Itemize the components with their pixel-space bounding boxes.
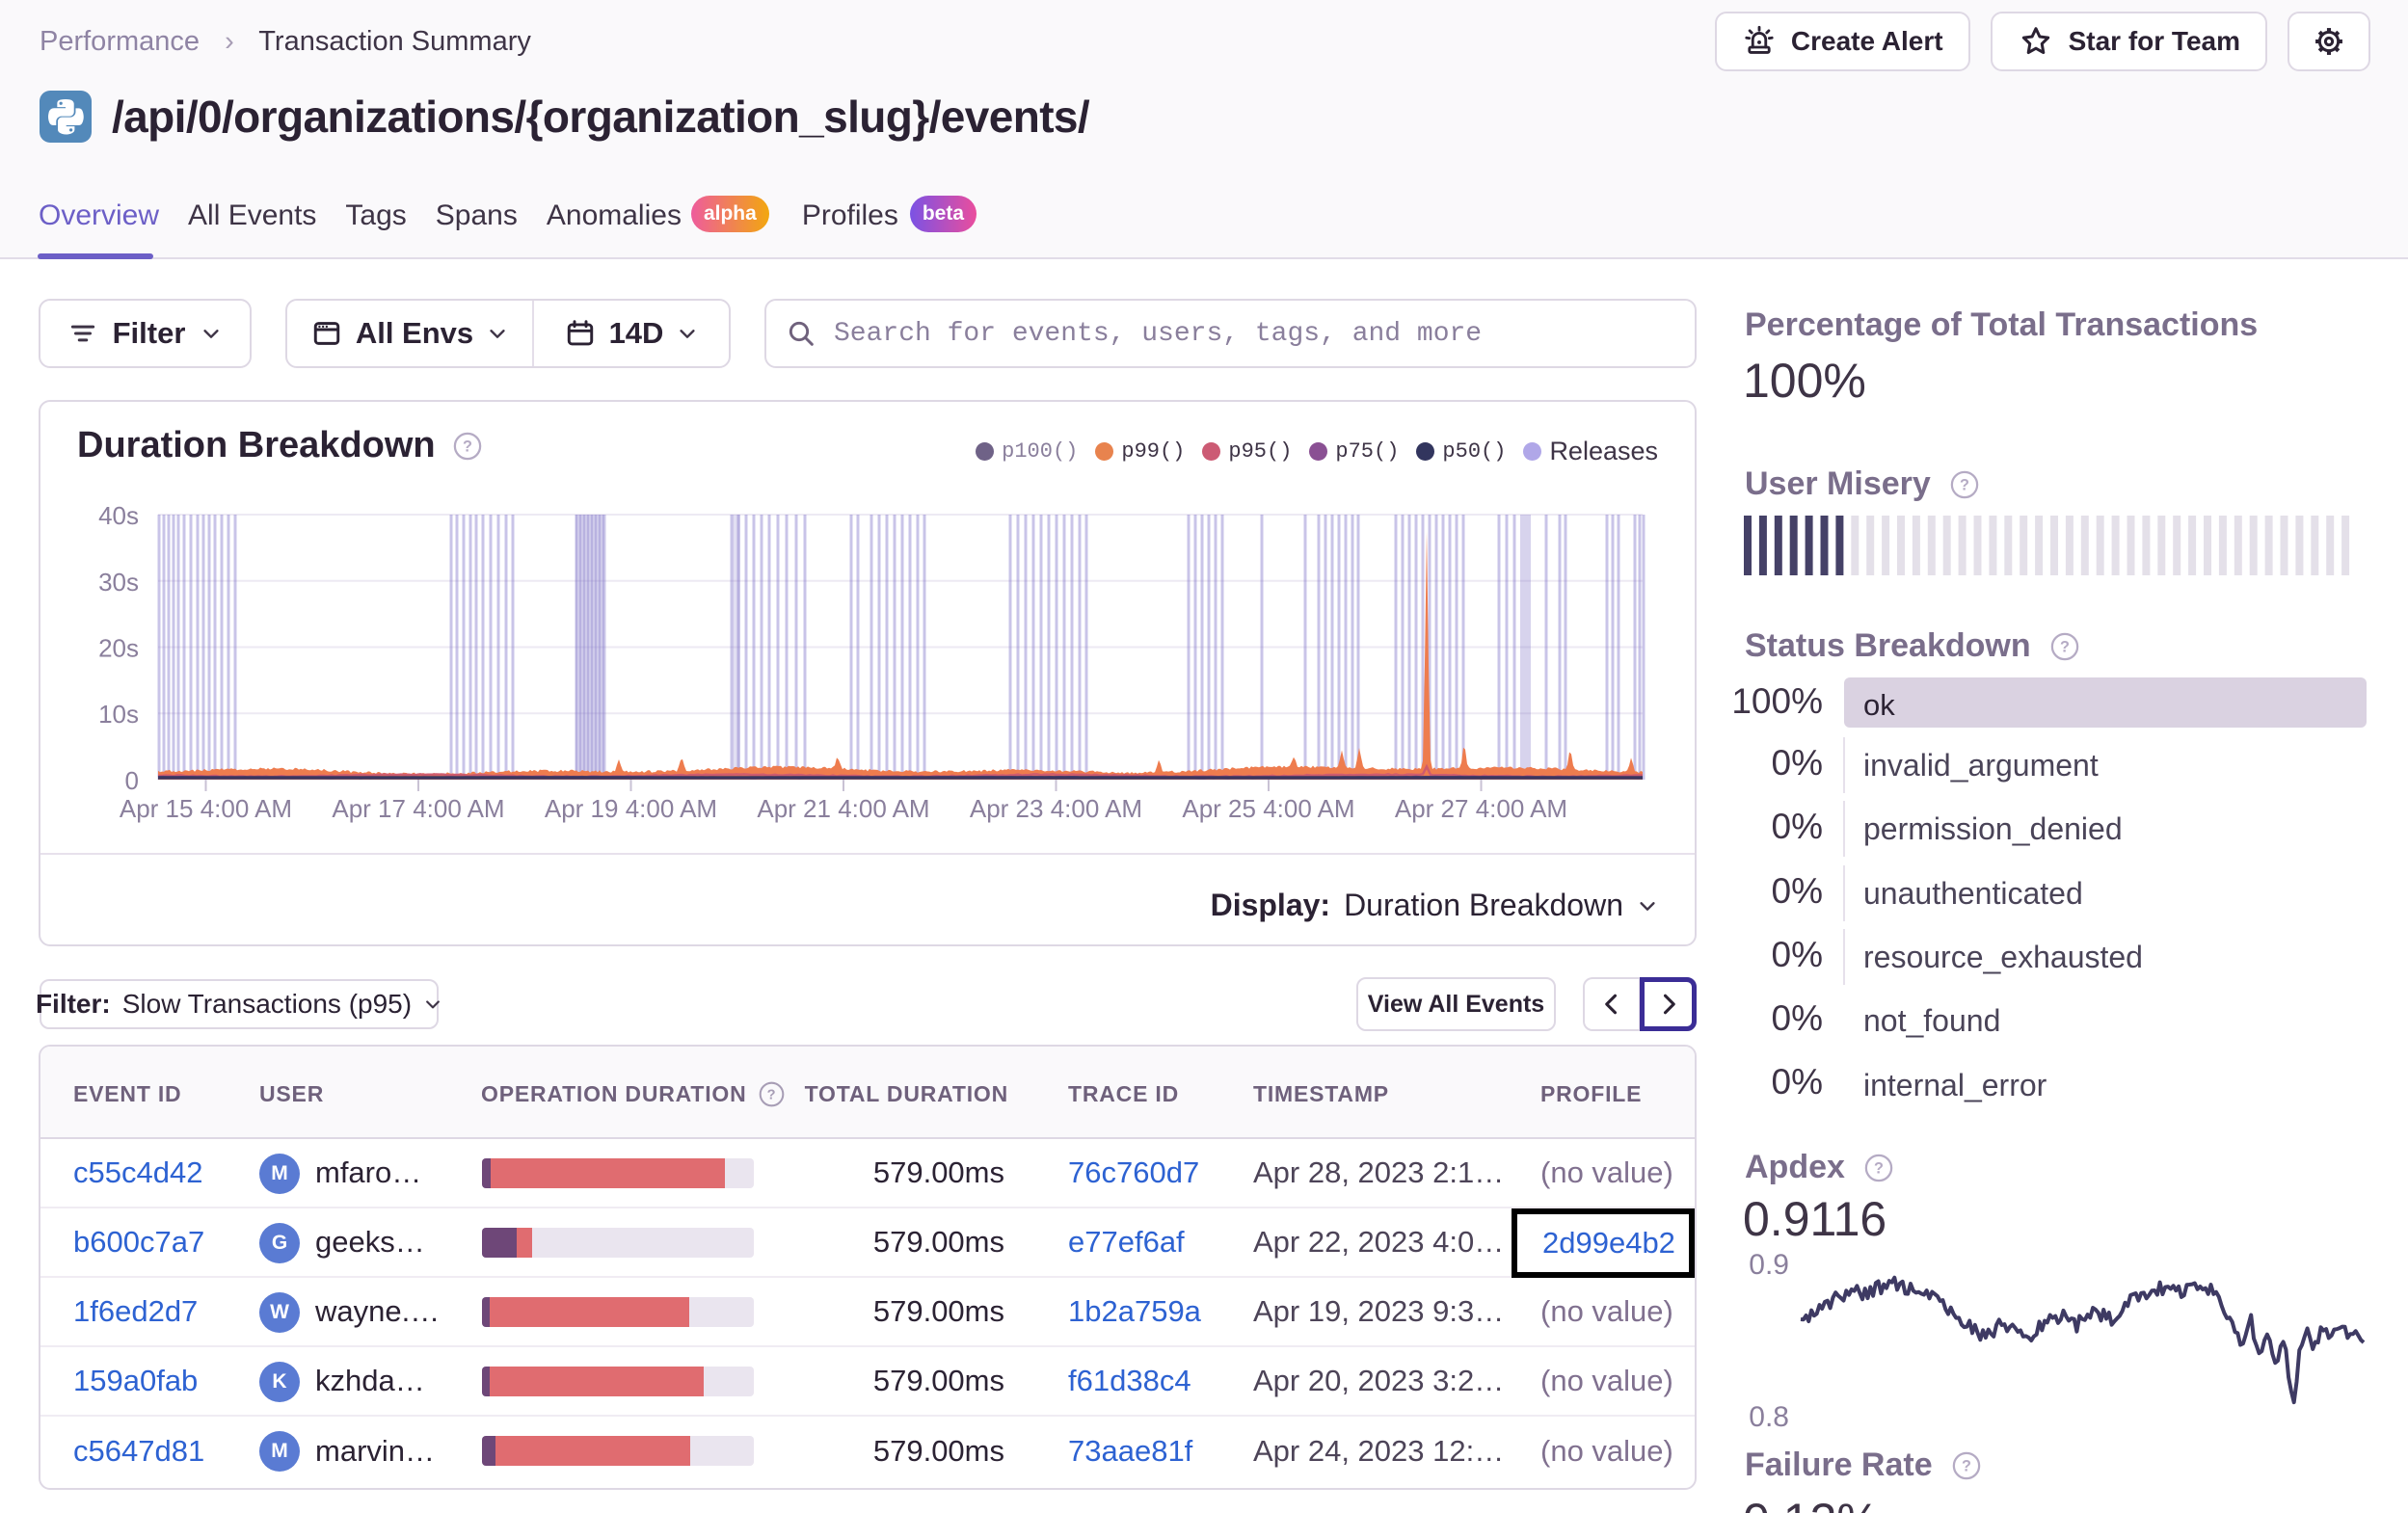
svg-text:30s: 30s — [98, 568, 139, 597]
svg-text:?: ? — [1962, 1457, 1971, 1474]
svg-text:Apr 15 4:00 AM: Apr 15 4:00 AM — [120, 794, 292, 823]
svg-text:0: 0 — [125, 766, 139, 795]
svg-text:Apr 21 4:00 AM: Apr 21 4:00 AM — [757, 794, 929, 823]
svg-text:40s: 40s — [98, 501, 139, 530]
svg-text:?: ? — [1874, 1159, 1884, 1177]
svg-text:Apr 19 4:00 AM: Apr 19 4:00 AM — [545, 794, 717, 823]
svg-text:Apr 27 4:00 AM: Apr 27 4:00 AM — [1395, 794, 1567, 823]
svg-text:?: ? — [2060, 638, 2070, 655]
svg-text:Apr 25 4:00 AM: Apr 25 4:00 AM — [1182, 794, 1354, 823]
svg-text:?: ? — [766, 1087, 776, 1102]
svg-text:Apr 17 4:00 AM: Apr 17 4:00 AM — [332, 794, 504, 823]
svg-text:?: ? — [1960, 476, 1969, 493]
svg-text:20s: 20s — [98, 634, 139, 663]
svg-text:10s: 10s — [98, 700, 139, 729]
svg-text:Apr 23 4:00 AM: Apr 23 4:00 AM — [970, 794, 1142, 823]
